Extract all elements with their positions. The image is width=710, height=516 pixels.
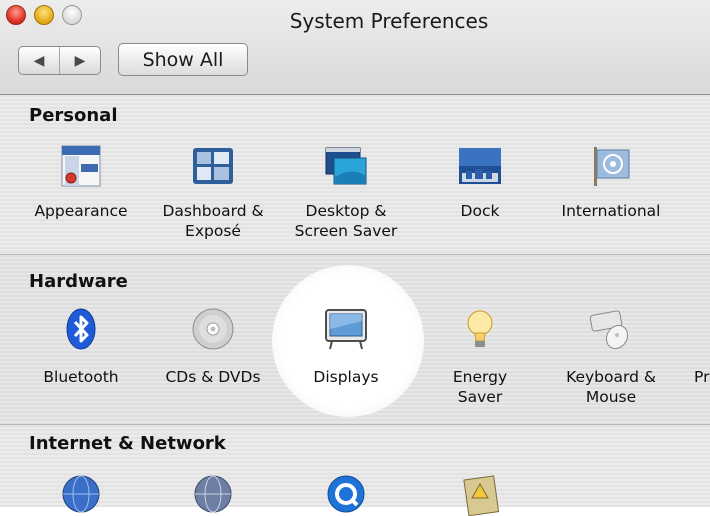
section-header: Hardware bbox=[29, 271, 128, 292]
cd-dvd-icon bbox=[192, 308, 234, 350]
pane-label: Dock bbox=[460, 202, 500, 220]
appearance-icon bbox=[61, 145, 101, 187]
window-toolbar: System Preferences ◀ ▶ Show All bbox=[0, 0, 710, 95]
display-icon bbox=[325, 309, 367, 350]
international-flag-icon bbox=[594, 147, 630, 186]
forward-arrow-icon: ▶ bbox=[74, 52, 86, 69]
section-header: Personal bbox=[29, 105, 118, 126]
back-forward-control: ◀ ▶ bbox=[18, 46, 101, 75]
quicktime-icon bbox=[327, 475, 365, 513]
bluetooth-icon bbox=[66, 308, 96, 350]
dashboard-expose-icon bbox=[193, 148, 233, 184]
pane-label: CDs & DVDs bbox=[165, 368, 261, 386]
pane-label: Bluetooth bbox=[43, 368, 119, 386]
show-all-button[interactable]: Show All bbox=[118, 43, 248, 76]
dock-icon bbox=[459, 148, 501, 184]
pane-label: Dashboard & Exposé bbox=[162, 202, 264, 240]
pane-label: Appearance bbox=[34, 202, 128, 220]
network-globe-icon bbox=[194, 475, 232, 513]
pane-label: International bbox=[561, 202, 661, 220]
pane-label: Energy Saver bbox=[452, 368, 508, 406]
pane-label: Displays bbox=[313, 368, 379, 386]
pane-label: Keyboard & Mouse bbox=[566, 368, 656, 406]
pane-label: Desktop & Screen Saver bbox=[294, 202, 398, 240]
desktop-screensaver-icon bbox=[325, 147, 367, 185]
keyboard-mouse-icon bbox=[589, 310, 629, 350]
pane-label: Pr bbox=[694, 368, 710, 386]
forward-button[interactable]: ▶ bbox=[60, 47, 100, 74]
back-arrow-icon: ◀ bbox=[33, 52, 45, 69]
lightbulb-icon bbox=[467, 310, 493, 347]
back-button[interactable]: ◀ bbox=[19, 47, 60, 74]
sharing-icon bbox=[463, 475, 500, 516]
mac-globe-icon bbox=[62, 475, 100, 513]
window-title: System Preferences bbox=[289, 9, 489, 33]
section-header: Internet & Network bbox=[29, 433, 226, 454]
